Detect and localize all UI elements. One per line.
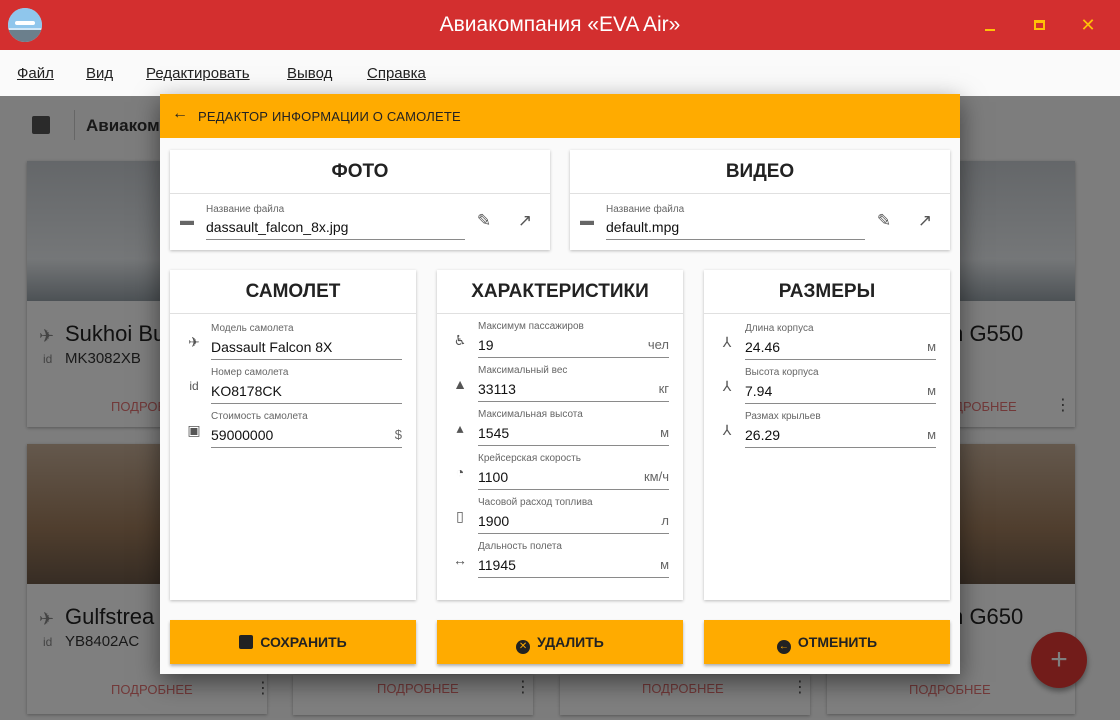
passengers-unit: чел — [647, 337, 669, 352]
close-icon[interactable]: ✕ — [1075, 12, 1101, 38]
passengers-label: Максимум пассажиров — [478, 321, 584, 332]
menu-edit[interactable]: Редактировать — [146, 65, 250, 82]
weight-input[interactable]: 33113 — [478, 381, 516, 397]
range-input[interactable]: 11945 — [478, 557, 516, 573]
speedometer-icon: ◔ — [455, 464, 465, 480]
altitude-unit: м — [660, 425, 669, 440]
axis-icon: ⅄ — [722, 378, 732, 394]
model-label: Модель самолета — [211, 323, 294, 334]
cancel-button[interactable]: ← ОТМЕНИТЬ — [704, 620, 950, 664]
fuel-label: Часовой расход топлива — [478, 497, 593, 508]
folder-icon: ▬ — [580, 212, 594, 228]
height-input[interactable]: 7.94 — [745, 383, 772, 399]
open-external-icon[interactable]: ↗ — [514, 210, 536, 232]
photo-file-label: Название файла — [206, 204, 285, 215]
axis-icon: ⅄ — [722, 422, 732, 438]
id-icon: id — [189, 379, 199, 393]
weight-label: Максимальный вес — [478, 365, 568, 376]
specs-title: ХАРАКТЕРИСТИКИ — [437, 270, 683, 314]
cancel-circle-icon: ✕ — [516, 640, 531, 654]
folder-open-icon[interactable]: ✎ — [873, 210, 895, 232]
dialog-header: ← РЕДАКТОР ИНФОРМАЦИИ О САМОЛЕТЕ — [160, 94, 960, 138]
wingspan-unit: м — [927, 427, 936, 442]
title-bar: Авиакомпания «EVA Air» ✕ — [0, 0, 1120, 50]
passengers-input[interactable]: 19 — [478, 337, 494, 353]
menu-view[interactable]: Вид — [86, 65, 113, 82]
plane-title: САМОЛЕТ — [170, 270, 416, 314]
wingspan-label: Размах крыльев — [745, 411, 821, 422]
photo-panel: ФОТО ▬ Название файла dassault_falcon_8x… — [170, 150, 550, 250]
delete-button[interactable]: ✕ УДАЛИТЬ — [437, 620, 683, 664]
height-label: Высота корпуса — [745, 367, 819, 378]
wingspan-input[interactable]: 26.29 — [745, 427, 780, 443]
specs-panel: ХАРАКТЕРИСТИКИ ♿ Максимум пассажиров 19 … — [437, 270, 683, 600]
menu-output[interactable]: Вывод — [287, 65, 332, 82]
number-input[interactable]: KO8178CK — [211, 383, 282, 399]
menu-bar: Файл Вид Редактировать Вывод Справка — [0, 50, 1120, 96]
speed-unit: км/ч — [643, 469, 669, 484]
range-icon: ↔ — [453, 552, 467, 568]
fuel-icon: ▯ — [456, 508, 464, 524]
save-button[interactable]: СОХРАНИТЬ — [170, 620, 416, 664]
model-input[interactable]: Dassault Falcon 8X — [211, 339, 332, 355]
plane-editor-dialog: ← РЕДАКТОР ИНФОРМАЦИИ О САМОЛЕТЕ ФОТО ▬ … — [160, 94, 960, 674]
folder-icon: ▬ — [180, 212, 194, 228]
cancel-button-label: ОТМЕНИТЬ — [797, 634, 878, 650]
altitude-input[interactable]: 1545 — [478, 425, 509, 441]
fuel-unit: л — [661, 513, 669, 528]
number-label: Номер самолета — [211, 367, 289, 378]
range-unit: м — [660, 557, 669, 572]
video-file-input[interactable]: default.mpg — [606, 219, 679, 235]
length-unit: м — [927, 339, 936, 354]
seat-icon: ♿ — [453, 332, 467, 348]
save-button-label: СОХРАНИТЬ — [260, 634, 347, 650]
length-label: Длина корпуса — [745, 323, 814, 334]
window-title: Авиакомпания «EVA Air» — [439, 13, 681, 36]
weight-icon: ▲ — [453, 376, 467, 392]
back-arrow-icon[interactable]: ← — [172, 105, 188, 123]
sizes-panel: РАЗМЕРЫ ⅄ Длина корпуса 24.46 м ⅄ Высота… — [704, 270, 950, 600]
height-unit: м — [927, 383, 936, 398]
price-unit: $ — [394, 427, 402, 442]
photo-file-input[interactable]: dassault_falcon_8x.jpg — [206, 219, 348, 235]
menu-file[interactable]: Файл — [17, 65, 54, 82]
axis-icon: ⅄ — [722, 334, 732, 350]
dialog-title: РЕДАКТОР ИНФОРМАЦИИ О САМОЛЕТЕ — [198, 109, 461, 124]
altitude-label: Максимальная высота — [478, 409, 583, 420]
video-panel: ВИДЕО ▬ Название файла default.mpg ✎ ↗ — [570, 150, 950, 250]
fuel-input[interactable]: 1900 — [478, 513, 509, 529]
speed-input[interactable]: 1100 — [478, 469, 508, 485]
delete-button-label: УДАЛИТЬ — [537, 634, 604, 650]
weight-unit: кг — [658, 381, 669, 396]
plane-panel: САМОЛЕТ ✈ Модель самолета Dassault Falco… — [170, 270, 416, 600]
range-label: Дальность полета — [478, 541, 562, 552]
price-label: Стоимость самолета — [211, 411, 308, 422]
video-file-label: Название файла — [606, 204, 685, 215]
maximize-icon[interactable] — [1026, 12, 1052, 38]
save-icon — [239, 635, 254, 649]
length-input[interactable]: 24.46 — [745, 339, 780, 355]
open-external-icon[interactable]: ↗ — [914, 210, 936, 232]
menu-help[interactable]: Справка — [367, 65, 426, 82]
folder-open-icon[interactable]: ✎ — [473, 210, 495, 232]
back-circle-icon: ← — [776, 640, 791, 654]
altitude-icon: ▴ — [456, 420, 464, 436]
minimize-icon[interactable] — [977, 12, 1003, 38]
airplane-icon: ✈ — [188, 334, 200, 350]
price-input[interactable]: 59000000 — [211, 427, 273, 443]
speed-label: Крейсерская скорость — [478, 453, 581, 464]
money-icon: ▣ — [187, 422, 201, 438]
sizes-title: РАЗМЕРЫ — [704, 270, 950, 314]
video-title: ВИДЕО — [570, 150, 950, 194]
photo-title: ФОТО — [170, 150, 550, 194]
